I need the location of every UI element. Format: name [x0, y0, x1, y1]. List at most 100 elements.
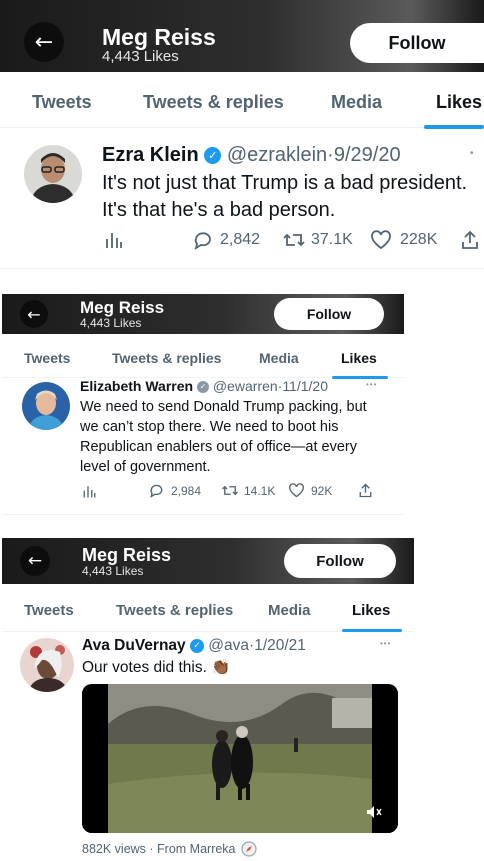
active-tab-indicator — [424, 125, 484, 129]
more-options-icon[interactable]: • — [470, 148, 475, 159]
tab-tweets[interactable]: Tweets — [32, 92, 92, 113]
more-options-icon[interactable]: ••• — [380, 639, 391, 648]
tab-tweets[interactable]: Tweets — [24, 602, 74, 619]
heart-icon — [289, 483, 304, 498]
tweet-author-handle[interactable]: @ewarren — [213, 378, 278, 394]
reply-button[interactable]: 2,842 — [192, 230, 260, 250]
speaker-mute-icon[interactable] — [366, 805, 382, 819]
tab-media[interactable]: Media — [331, 92, 382, 113]
back-button[interactable]: ← — [20, 546, 50, 576]
avatar[interactable] — [22, 382, 70, 430]
video-frame-image — [82, 684, 398, 833]
more-options-icon[interactable]: ••• — [366, 380, 377, 389]
profile-likes-count: 4,443 Likes — [102, 48, 179, 65]
verified-badge-icon: ✓ — [204, 147, 222, 165]
tweet-actions: 2,842 37.1K 228K — [0, 228, 484, 252]
back-button[interactable]: ← — [20, 300, 48, 328]
active-tab-indicator — [332, 376, 388, 379]
profile-likes-count: 4,443 Likes — [80, 316, 142, 330]
like-button[interactable]: 228K — [370, 230, 437, 250]
retweet-icon — [283, 233, 305, 247]
profile-header: ← Meg Reiss 4,443 Likes Follow — [2, 538, 414, 584]
tweet-header: Elizabeth Warren ✓ @ewarren·11/1/20 — [80, 378, 328, 394]
bar-chart-icon — [83, 486, 96, 498]
profile-header: ← Meg Reiss 4,443 Likes Follow — [2, 294, 404, 334]
tab-likes[interactable]: Likes — [341, 350, 377, 366]
avatar[interactable] — [20, 638, 74, 692]
profile-tabs: Tweets Tweets & replies Media Likes — [2, 584, 414, 632]
screenshot-panel-3: ← Meg Reiss 4,443 Likes Follow Tweets Tw… — [2, 538, 414, 861]
avatar[interactable] — [24, 145, 82, 203]
profile-tabs: Tweets Tweets & replies Media Likes — [2, 334, 404, 379]
tab-tweets-replies[interactable]: Tweets & replies — [143, 92, 284, 113]
profile-header: ← Meg Reiss 4,443 Likes Follow — [0, 0, 484, 72]
avatar-warren-image — [22, 382, 70, 430]
arrow-left-icon: ← — [27, 304, 41, 324]
divider — [0, 268, 484, 269]
active-tab-indicator — [342, 629, 402, 632]
tweet-date[interactable]: 9/29/20 — [334, 144, 401, 166]
tab-tweets[interactable]: Tweets — [24, 350, 70, 366]
follow-button[interactable]: Follow — [350, 23, 484, 63]
arrow-left-icon: ← — [27, 551, 43, 571]
like-count: 228K — [400, 231, 438, 248]
tab-media[interactable]: Media — [268, 602, 311, 619]
tab-likes[interactable]: Likes — [436, 92, 482, 113]
tab-likes[interactable]: Likes — [352, 602, 390, 619]
divider — [2, 514, 404, 515]
profile-tabs: Tweets Tweets & replies Media Likes — [0, 72, 484, 129]
video-footer: 882K views · From Marreka — [82, 841, 257, 857]
tweet-text-line: we can’t stop there. We need to boot his — [80, 419, 339, 435]
tweet-author-handle[interactable]: @ezraklein — [227, 144, 327, 166]
heart-icon — [371, 230, 391, 250]
tweet-date[interactable]: 1/20/21 — [254, 637, 306, 654]
compass-icon — [240, 841, 257, 857]
tweet-text: Our votes did this. 👏🏾 — [82, 658, 231, 677]
analytics-button[interactable] — [82, 484, 97, 499]
tweet-author-name[interactable]: Ezra Klein — [102, 144, 199, 166]
screenshot-panel-2: ← Meg Reiss 4,443 Likes Follow Tweets Tw… — [2, 294, 404, 522]
share-upload-icon — [462, 230, 478, 249]
avatar-ava-image — [20, 638, 74, 692]
tweet-header: Ezra Klein ✓ @ezraklein·9/29/20 — [102, 144, 401, 167]
avatar-ezra-image — [24, 145, 82, 203]
speech-bubble-icon — [150, 484, 163, 498]
share-button[interactable] — [460, 230, 480, 250]
tweet-author-handle[interactable]: @ava — [208, 637, 249, 654]
tab-media[interactable]: Media — [259, 350, 299, 366]
tweet-author-name[interactable]: Elizabeth Warren — [80, 378, 193, 394]
tweet-header: Ava DuVernay ✓ @ava·1/20/21 — [82, 637, 306, 655]
tweet-date[interactable]: 11/1/20 — [282, 378, 328, 394]
screenshot-panel-1: ← Meg Reiss 4,443 Likes Follow Tweets Tw… — [0, 0, 484, 270]
bar-chart-icon — [106, 233, 122, 248]
tweet-text-line: It's not just that Trump is a bad presid… — [102, 172, 468, 194]
profile-name: Meg Reiss — [80, 298, 165, 317]
reply-button[interactable]: 2,984 — [148, 483, 201, 498]
follow-button[interactable]: Follow — [284, 544, 396, 578]
verified-badge-icon: ✓ — [196, 381, 209, 394]
like-count: 92K — [311, 483, 333, 498]
profile-likes-count: 4,443 Likes — [82, 564, 144, 578]
tweet-text: It's not just that Trump is a bad presid… — [102, 170, 467, 224]
share-button[interactable] — [358, 483, 373, 498]
tab-tweets-replies[interactable]: Tweets & replies — [112, 350, 221, 366]
retweet-count: 14.1K — [244, 483, 276, 498]
back-button[interactable]: ← — [24, 22, 64, 62]
arrow-left-icon: ← — [34, 29, 54, 55]
like-button[interactable]: 92K — [288, 483, 332, 498]
profile-name: Meg Reiss — [82, 545, 172, 565]
profile-name: Meg Reiss — [102, 24, 216, 50]
tab-tweets-replies[interactable]: Tweets & replies — [116, 602, 233, 619]
tweet-actions: 2,984 14.1K 92K — [2, 482, 404, 502]
retweet-button[interactable]: 14.1K — [221, 483, 275, 498]
retweet-button[interactable]: 37.1K — [282, 230, 353, 250]
retweet-count: 37.1K — [311, 231, 353, 248]
analytics-button[interactable] — [104, 230, 124, 250]
retweet-icon — [222, 485, 238, 496]
tweet-text-line: We need to send Donald Trump packing, bu… — [80, 399, 367, 415]
clapping-hands-emoji: 👏🏾 — [211, 658, 231, 676]
follow-button[interactable]: Follow — [274, 298, 384, 330]
tweet-author-name[interactable]: Ava DuVernay — [82, 637, 186, 654]
tweet-text-line: Republican enablers out of office—at eve… — [80, 439, 358, 455]
tweet-video[interactable] — [82, 684, 398, 833]
